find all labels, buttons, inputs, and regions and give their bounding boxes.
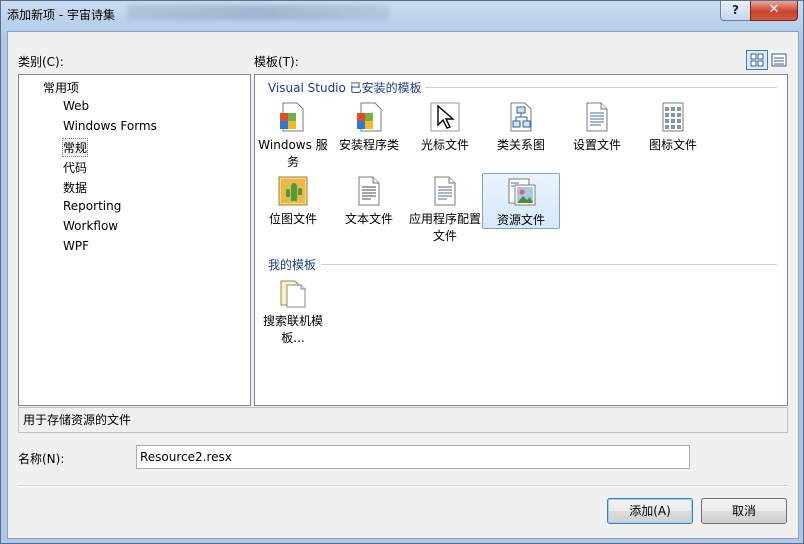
category-wpf[interactable]: WPF <box>63 239 89 253</box>
category-common-items[interactable]: 常用项 <box>43 79 79 96</box>
template-icon-file[interactable]: 图标文件 <box>635 101 711 154</box>
template-app-config-file[interactable]: 应用程序配置文件 <box>407 175 483 245</box>
title-bar: 添加新项 - 宇宙诗集 ? ✕ <box>1 1 803 27</box>
icon-file-icon <box>662 102 684 132</box>
button-divider <box>18 485 788 487</box>
bitmap-file-icon <box>278 176 308 206</box>
window-title: 添加新项 - 宇宙诗集 <box>7 8 115 22</box>
installer-class-icon <box>357 102 382 132</box>
template-label: 图标文件 <box>648 138 697 152</box>
list-view-icon <box>771 53 787 67</box>
template-label: 安装程序类 <box>338 138 399 152</box>
category-reporting[interactable]: Reporting <box>63 199 121 213</box>
large-icons-view-icon <box>750 53 764 67</box>
category-code[interactable]: 代码 <box>63 159 87 176</box>
template-label: 位图文件 <box>268 212 317 226</box>
my-templates-header: 我的模板 <box>268 258 317 272</box>
templates-panel[interactable]: Visual Studio 已安装的模板 Windows 服务 安装程序类 光标… <box>254 74 788 406</box>
category-windows-forms[interactable]: Windows Forms <box>63 119 157 133</box>
category-general[interactable]: 常规 <box>62 138 89 157</box>
template-class-diagram[interactable]: 类关系图 <box>483 101 559 154</box>
template-text-file[interactable]: 文本文件 <box>331 175 407 228</box>
category-web[interactable]: Web <box>63 99 89 113</box>
template-windows-service[interactable]: Windows 服务 <box>255 101 331 171</box>
template-resource-file[interactable]: 资源文件 <box>482 173 560 229</box>
name-label: 名称(N): <box>18 452 65 466</box>
installed-separator <box>425 87 777 88</box>
name-input-value: Resource2.resx <box>140 450 232 464</box>
template-installer-class[interactable]: 安装程序类 <box>331 101 407 154</box>
resource-file-icon <box>508 178 536 206</box>
installed-templates-header: Visual Studio 已安装的模板 <box>268 81 422 95</box>
blurred-title-path <box>127 5 389 20</box>
cancel-button[interactable]: 取消 <box>701 498 787 524</box>
app-config-file-icon <box>434 176 456 206</box>
help-button[interactable]: ? <box>720 1 751 21</box>
template-label: 光标文件 <box>420 138 469 152</box>
windows-service-icon <box>280 102 304 132</box>
template-label: 类关系图 <box>496 138 545 152</box>
close-button[interactable]: ✕ <box>750 1 798 21</box>
cursor-file-icon <box>430 102 460 132</box>
category-workflow[interactable]: Workflow <box>63 219 118 233</box>
class-diagram-icon <box>510 102 532 132</box>
template-description: 用于存储资源的文件 <box>23 413 132 427</box>
template-bitmap-file[interactable]: 位图文件 <box>255 175 331 228</box>
add-new-item-dialog: 添加新项 - 宇宙诗集 ? ✕ 类别(C): 模板(T): 常用项 Web Wi… <box>0 0 804 544</box>
text-file-icon <box>358 176 380 206</box>
large-icons-view-button[interactable] <box>746 50 768 70</box>
template-label: 文本文件 <box>344 212 393 226</box>
template-search-online[interactable]: 搜索联机模板... <box>255 277 331 347</box>
templates-label: 模板(T): <box>254 55 299 69</box>
add-button[interactable]: 添加(A) <box>607 498 693 524</box>
description-bar: 用于存储资源的文件 <box>18 407 788 433</box>
template-label: 应用程序配置文件 <box>408 212 481 243</box>
template-cursor-file[interactable]: 光标文件 <box>407 101 483 154</box>
name-input[interactable]: Resource2.resx <box>136 445 690 469</box>
template-label: 资源文件 <box>496 213 545 227</box>
categories-tree[interactable]: 常用项 Web Windows Forms 常规 代码 数据 Reporting… <box>18 74 251 406</box>
categories-label: 类别(C): <box>18 55 64 69</box>
template-settings-file[interactable]: 设置文件 <box>559 101 635 154</box>
template-label: 设置文件 <box>572 138 621 152</box>
template-label: 搜索联机模板... <box>262 314 323 345</box>
category-data[interactable]: 数据 <box>63 179 87 196</box>
search-online-templates-icon <box>280 280 306 308</box>
dialog-body: 类别(C): 模板(T): 常用项 Web Windows Forms 常规 代… <box>7 31 799 539</box>
my-templates-separator <box>321 264 777 265</box>
settings-file-icon <box>586 102 608 132</box>
template-label: Windows 服务 <box>258 138 328 169</box>
list-view-button[interactable] <box>768 50 790 70</box>
